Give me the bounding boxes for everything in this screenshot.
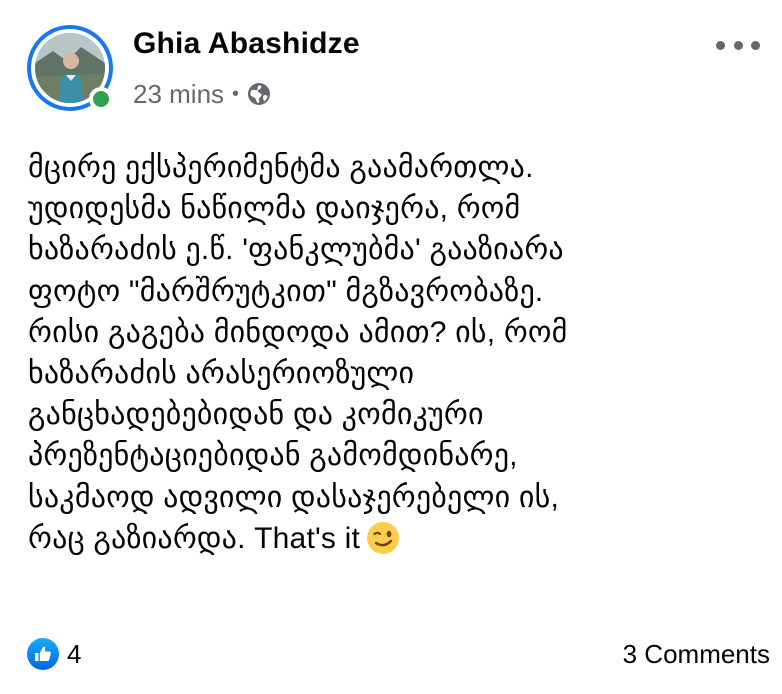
- post-text-line: პრეზენტაციებიდან გამომდინარე,: [28, 439, 518, 473]
- post-text-line: განცხადებებიდან და კომიკური: [28, 398, 484, 432]
- comments-count-link[interactable]: 3 Comments: [623, 637, 770, 671]
- post-text-line: მცირე ექსპერიმენტმა გაამართლა.: [28, 151, 534, 184]
- like-icon: [27, 638, 59, 670]
- winking-face-emoji: [366, 521, 400, 555]
- more-horizontal-icon-dot: [733, 40, 743, 50]
- meta-separator: •: [232, 82, 240, 105]
- post-text-line: რისი გაგება მინდოდა ამით? ის, რომ: [28, 315, 568, 349]
- globe-icon[interactable]: [247, 82, 271, 106]
- post-text: მცირე ექსპერიმენტმა გაამართლა. უდიდესმა …: [28, 147, 768, 559]
- post-meta: 23 mins •: [133, 77, 271, 111]
- more-horizontal-icon: [716, 40, 725, 50]
- post-text-last-line: რაც გაზიარდა. That's it: [28, 518, 768, 559]
- online-status-dot: [89, 87, 113, 111]
- more-options-button[interactable]: [716, 30, 760, 60]
- post-header: Ghia Abashidze 23 mins •: [0, 0, 782, 130]
- post-text-line: საკმაოდ ადვილი დასაჯერებელი ის,: [28, 480, 559, 514]
- post-text-line: უდიდესმა ნაწილმა დაიჯერა, რომ: [28, 192, 521, 226]
- profile-avatar[interactable]: [27, 25, 113, 111]
- post-text-line: ხაზარაძის ე.წ. 'ფანკლუბმა' გააზიარა: [28, 233, 564, 267]
- reactions-summary[interactable]: 4: [27, 637, 81, 671]
- post-text-line: ფოტო "მარშრუტკით" მგზავრობაზე.: [28, 274, 544, 308]
- post-text-line: რაც გაზიარდა. That's it: [28, 521, 361, 555]
- post-timestamp[interactable]: 23 mins: [133, 79, 224, 110]
- more-horizontal-icon-dot: [751, 40, 760, 50]
- author-name[interactable]: Ghia Abashidze: [133, 27, 360, 61]
- reaction-count: 4: [67, 638, 82, 669]
- post-text-line: ხაზარაძის არასერიოზული: [28, 356, 415, 390]
